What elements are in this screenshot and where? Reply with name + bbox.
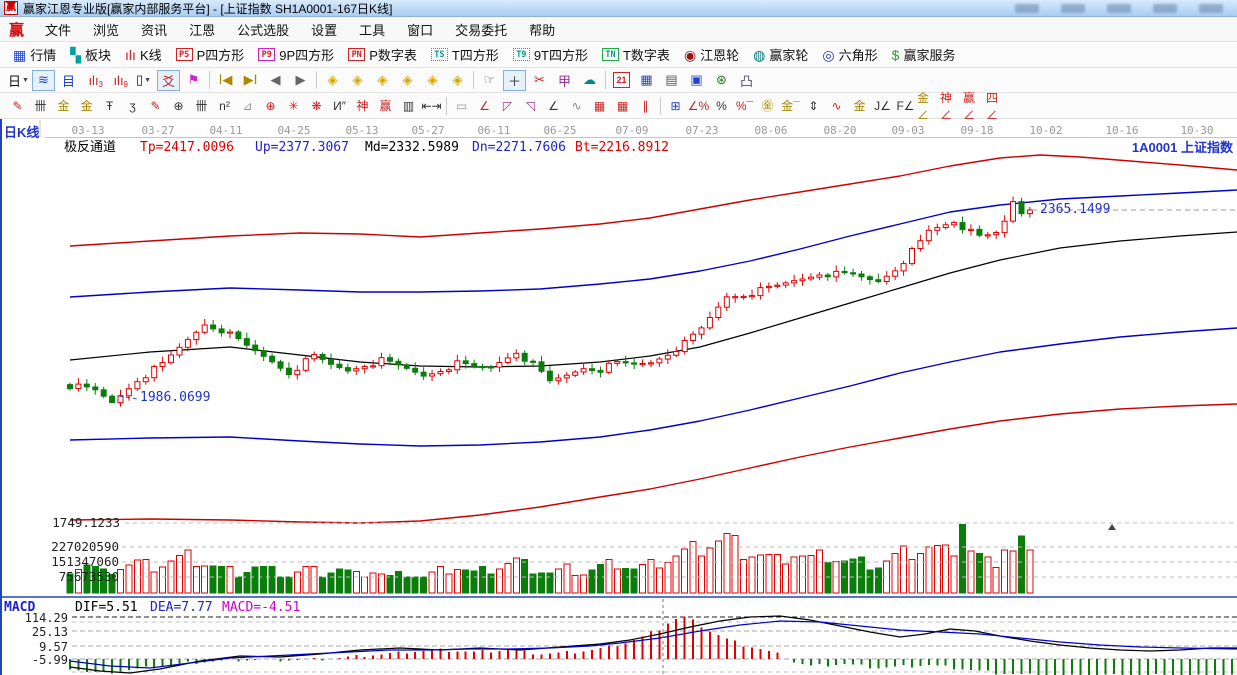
date-axis-label: 10-02 bbox=[1024, 125, 1068, 136]
date-axis-label: 06-25 bbox=[538, 125, 582, 136]
pane-period-label: 日K线 bbox=[4, 126, 39, 139]
chart-svg bbox=[0, 0, 1237, 675]
price-scale-label: 1749.1233 bbox=[40, 517, 120, 530]
legend-item: Tp=2417.0096 bbox=[140, 141, 234, 154]
volume-scale-label: 227020590 bbox=[37, 541, 119, 554]
low-price-label: 1986.0699 bbox=[140, 391, 210, 404]
date-axis-label: 04-25 bbox=[272, 125, 316, 136]
date-axis-label: 08-20 bbox=[818, 125, 862, 136]
legend-item: 极反通道 bbox=[64, 141, 116, 154]
macd-scale-label: 25.13 bbox=[16, 626, 68, 638]
date-axis-label: 05-13 bbox=[340, 125, 384, 136]
date-axis-label: 08-06 bbox=[749, 125, 793, 136]
legend-item: Bt=2216.8912 bbox=[575, 141, 669, 154]
date-axis-label: 04-11 bbox=[204, 125, 248, 136]
legend-item: Dn=2271.7606 bbox=[472, 141, 566, 154]
macd-header-label: MACD=-4.51 bbox=[222, 601, 300, 614]
date-axis-label: 10-16 bbox=[1100, 125, 1144, 136]
date-axis-label: 03-27 bbox=[136, 125, 180, 136]
legend-item: Md=2332.5989 bbox=[365, 141, 459, 154]
date-axis-label: 03-13 bbox=[66, 125, 110, 136]
volume-scale-label: 75673530 bbox=[37, 571, 119, 584]
volume-scale-label: 151347060 bbox=[37, 556, 119, 569]
date-axis-label: 10-30 bbox=[1175, 125, 1219, 136]
macd-header-label: DIF=5.51 bbox=[75, 601, 138, 614]
last-price-label: 2365.1499 bbox=[1040, 203, 1110, 216]
chart-canvas[interactable]: 日K线 03-13 03-27 04-11 04-25 05-13 05-27 06-11 06… bbox=[0, 0, 1237, 675]
date-axis-label: 07-23 bbox=[680, 125, 724, 136]
macd-scale-label: 9.57 bbox=[16, 641, 68, 653]
date-axis-label: 05-27 bbox=[406, 125, 450, 136]
date-axis-label: 09-18 bbox=[955, 125, 999, 136]
symbol-label: 1A0001 上证指数 bbox=[1033, 141, 1233, 154]
date-axis-label: 09-03 bbox=[886, 125, 930, 136]
legend-item: Up=2377.3067 bbox=[255, 141, 349, 154]
date-axis-label: 06-11 bbox=[472, 125, 516, 136]
macd-header-label: DEA=7.77 bbox=[150, 601, 213, 614]
macd-scale-label: 114.29 bbox=[16, 612, 68, 624]
date-axis-label: 07-09 bbox=[610, 125, 654, 136]
macd-scale-label: -5.99 bbox=[16, 654, 68, 666]
